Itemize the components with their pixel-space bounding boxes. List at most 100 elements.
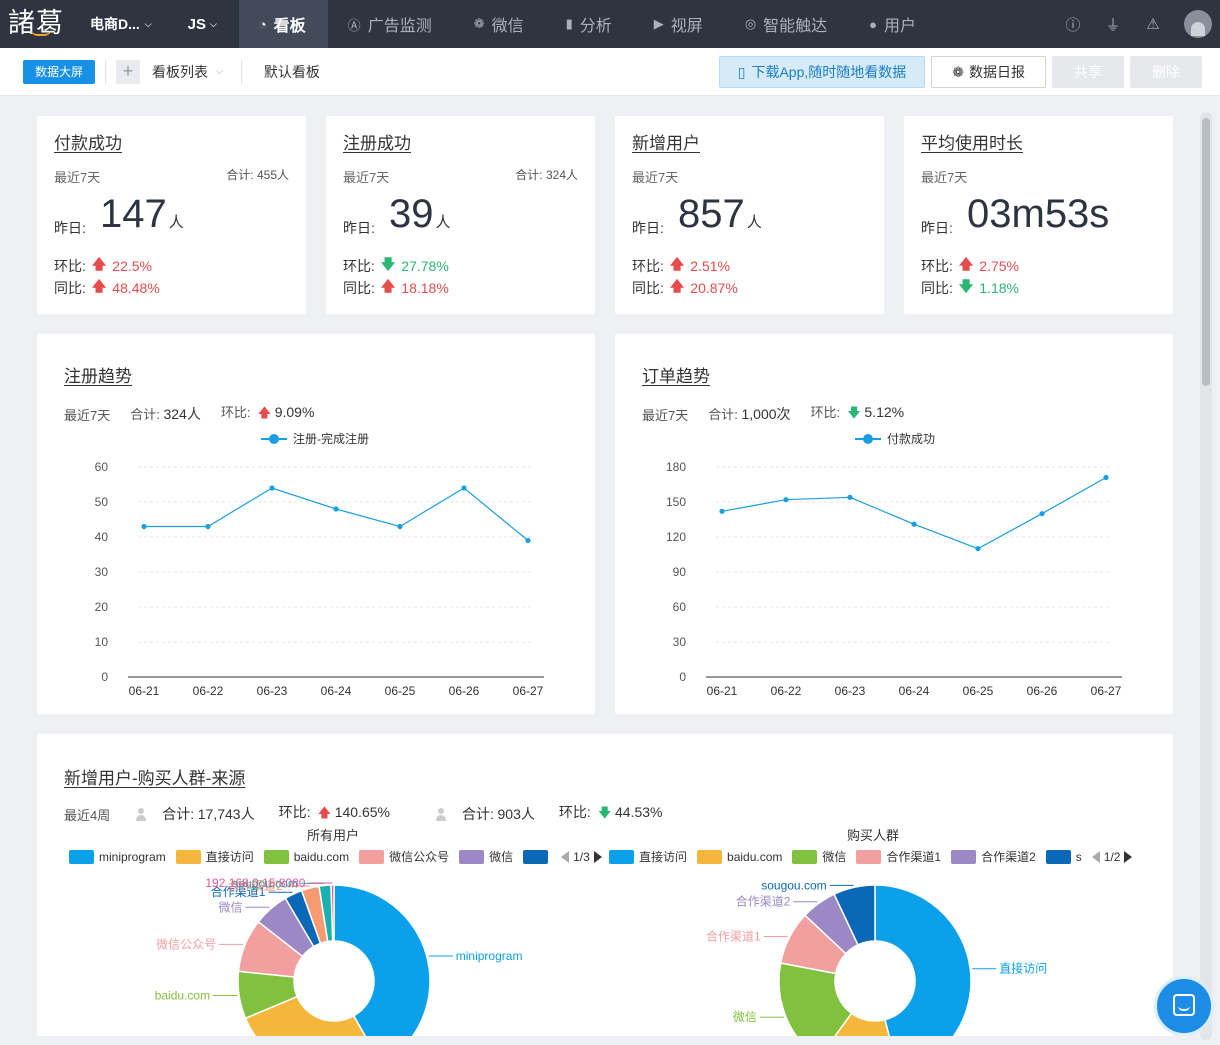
x-tick-label: 06-24 [321, 684, 352, 698]
kpi-title[interactable]: 付款成功 [54, 129, 122, 154]
card-title[interactable]: 订单趋势 [642, 362, 710, 387]
donut-charts: miniprogram直接访问baidu.com微信公众号微信合作渠道1合作渠道… [155, 876, 1047, 1036]
card-stats: 最近7天 合计: 324人 环比: 🡅 9.09% [64, 402, 314, 426]
toolbar-actions: ▯ 下载App,随时随地看数据 ❁ 数据日报 共享 删除 [718, 56, 1202, 88]
wechat-icon: ❁ [952, 64, 964, 80]
y-tick-label: 90 [673, 565, 687, 579]
page-scrollbar[interactable] [1200, 112, 1212, 1040]
nav-tab[interactable]: Ⓐ 广告监测 [328, 0, 454, 48]
scrollbar-thumb[interactable] [1202, 118, 1210, 386]
board-list-dropdown[interactable]: 看板列表 ⌵ [152, 62, 223, 82]
kpi-number: 857 [678, 192, 745, 236]
data-point[interactable] [461, 485, 467, 491]
download-app-button[interactable]: ▯ 下载App,随时随地看数据 [718, 56, 926, 88]
alarm-icon[interactable]: ⚠ [1144, 15, 1162, 33]
data-point[interactable] [975, 546, 981, 552]
board-list-label: 看板列表 [152, 63, 209, 80]
help-icon[interactable]: ⓘ [1064, 14, 1082, 35]
kpi-title[interactable]: 注册成功 [343, 129, 411, 154]
legend-marker-icon [261, 433, 287, 444]
kpi-title[interactable]: 平均使用时长 [921, 129, 1023, 154]
share-button[interactable]: 共享 [1052, 56, 1124, 88]
total-label: 合计: [708, 407, 738, 422]
nav-tabs: ◔ 看板 Ⓐ 广告监测 ❁ 微信 ▮ 分析 ▶ 视屏 ◎ 智能触达 ● 用户 [238, 0, 938, 48]
arrow-up-icon: 🡅 [257, 405, 272, 420]
sdk-selector[interactable]: JS ⌵ [166, 0, 239, 48]
register-trend-card: 注册趋势 最近7天 合计: 324人 环比: 🡅 9.09% 注册-完成注册 0… [37, 334, 595, 714]
arrow-up-icon: 🡅 [91, 278, 107, 294]
pie-slice-label: 微信公众号 [156, 937, 216, 951]
data-point[interactable] [141, 523, 147, 530]
tb-value: 1.18% [979, 280, 1019, 296]
chart-legend[interactable]: 付款成功 [855, 430, 935, 447]
hb-value: 2.51% [690, 258, 730, 274]
hb-value: 22.5% [112, 258, 152, 274]
kpi-hb-row: 环比: 🡇 27.78% [343, 254, 449, 278]
kpi-number: 03m53s [967, 192, 1110, 236]
data-point[interactable] [783, 497, 789, 503]
project-name: 电商D... [90, 16, 140, 32]
data-point[interactable] [333, 506, 339, 512]
nav-tab[interactable]: ◔ 看板 [238, 0, 328, 48]
kpi-value: 147 人 [100, 192, 184, 237]
x-tick-label: 06-25 [963, 684, 994, 698]
pie-slice[interactable] [778, 962, 853, 1036]
pie-slice-label: 合作渠道1 [706, 929, 761, 944]
chevron-down-icon: ⌵ [216, 66, 223, 76]
daily-report-button[interactable]: ❁ 数据日报 [931, 56, 1046, 88]
kpi-tb-row: 同比: 🡅 48.48% [54, 276, 160, 300]
logo[interactable]: 諸葛 [0, 0, 80, 48]
nav-tab-label: 微信 [491, 18, 524, 35]
nav-tab[interactable]: ❁ 微信 [454, 0, 546, 48]
data-point[interactable] [205, 523, 211, 530]
add-board-button[interactable]: + [116, 59, 141, 84]
y-tick-label: 180 [666, 460, 686, 474]
phone-icon: ▯ [737, 64, 746, 80]
x-tick-label: 06-26 [449, 684, 480, 698]
total-stat: 合计: 1,000次 [708, 404, 790, 424]
data-screen-button[interactable]: 数据大屏 [23, 59, 96, 84]
data-point[interactable] [1103, 474, 1109, 481]
pie-slice[interactable] [874, 884, 972, 1036]
project-selector[interactable]: 电商D... ⌵ [80, 0, 166, 48]
arrow-up-icon: 🡅 [380, 278, 396, 294]
kpi-title[interactable]: 新增用户 [632, 129, 700, 154]
nav-tab-label: 广告监测 [367, 18, 432, 35]
x-tick-label: 06-23 [835, 684, 866, 698]
data-point[interactable] [1039, 511, 1045, 517]
order-trend-card: 订单趋势 最近7天 合计: 1,000次 环比: 🡇 5.12% 付款成功 0 3… [615, 334, 1173, 714]
nav-tab[interactable]: ● 用户 [849, 0, 938, 48]
video-icon: ▶ [653, 16, 664, 31]
data-point[interactable] [269, 485, 275, 491]
bar-chart-icon: ▮ [565, 16, 573, 31]
nav-tab[interactable]: ▶ 视屏 [634, 0, 725, 48]
target-icon: ◎ [744, 16, 757, 31]
chart-legend[interactable]: 注册-完成注册 [261, 430, 369, 447]
chat-button[interactable] [1154, 976, 1214, 1036]
kpi-total: 合计: 324人 [515, 168, 578, 182]
data-point[interactable] [719, 508, 725, 514]
total-value: 324人 [163, 406, 201, 422]
data-point[interactable] [397, 523, 403, 530]
nav-tab[interactable]: ◎ 智能触达 [725, 0, 849, 48]
nav-tab[interactable]: ▮ 分析 [546, 0, 634, 48]
data-point[interactable] [525, 537, 531, 544]
kpi-unit: 人 [168, 214, 184, 231]
pie-slice[interactable] [333, 884, 431, 1036]
data-point[interactable] [911, 521, 917, 527]
hb-stat: 环比: 🡇 5.12% [811, 402, 905, 426]
arrow-down-icon: 🡇 [958, 278, 974, 294]
x-tick-label: 06-26 [1027, 684, 1058, 698]
chevron-down-icon: ⌵ [144, 18, 152, 29]
kpi-period: 最近7天 [921, 170, 968, 185]
arrow-down-icon: 🡇 [380, 256, 396, 272]
pie-slice-label: 192.168.0.15:8080 [205, 876, 305, 890]
kpi-number: 147 [100, 192, 167, 236]
avatar[interactable] [1184, 10, 1212, 38]
data-point[interactable] [847, 494, 853, 500]
x-tick-label: 06-24 [899, 684, 930, 698]
plug-icon[interactable]: ⏚ [1104, 14, 1122, 35]
delete-button[interactable]: 删除 [1130, 56, 1202, 88]
card-title[interactable]: 注册趋势 [64, 362, 132, 387]
tb-value: 48.48% [112, 280, 160, 296]
